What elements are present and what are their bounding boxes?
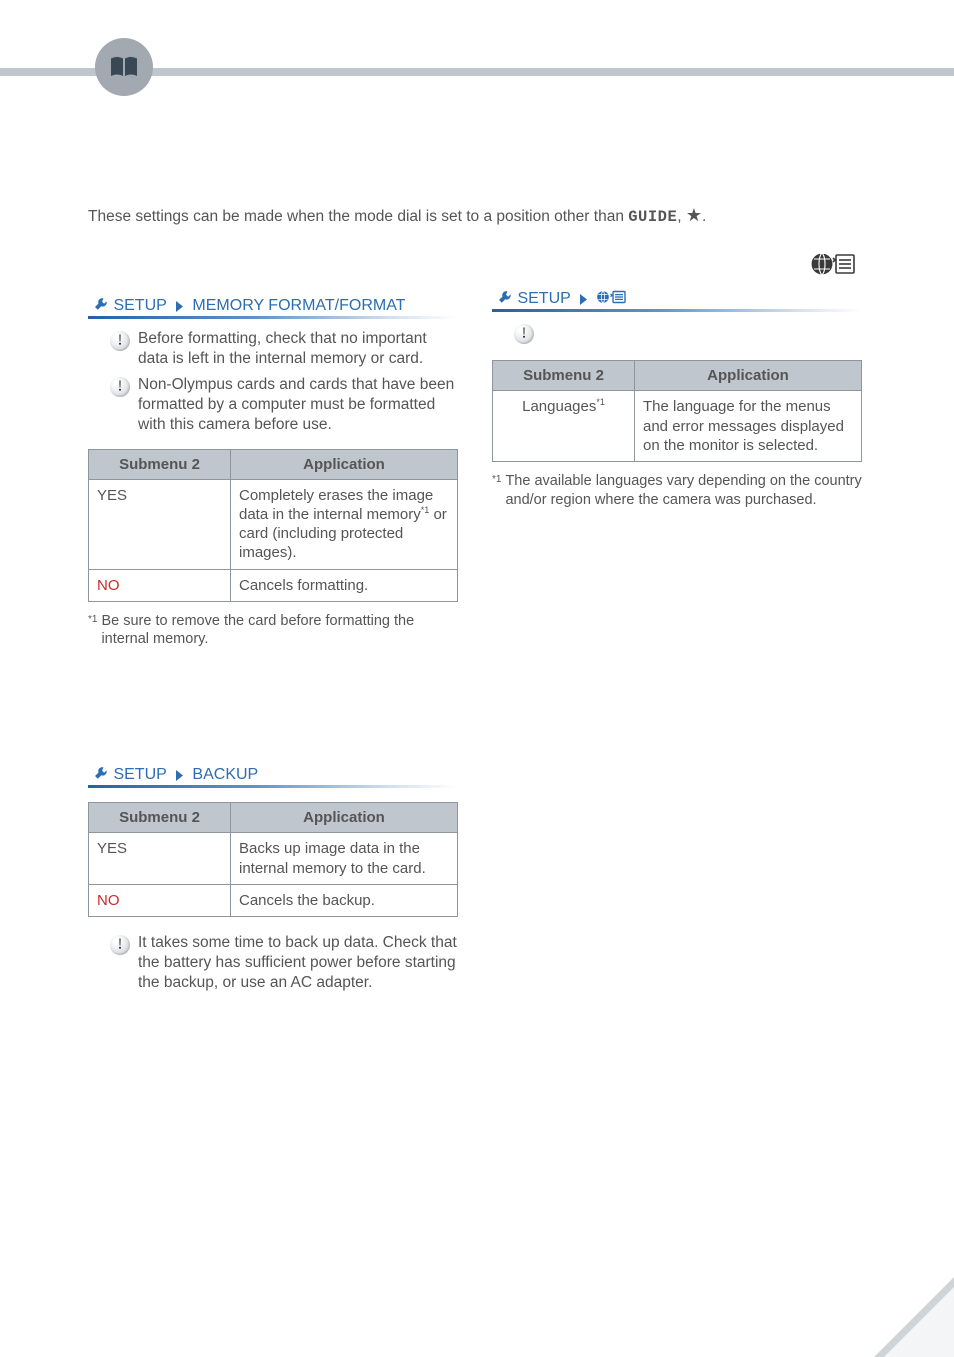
th-application: Application [635, 361, 862, 391]
caution-icon [110, 331, 130, 351]
th-application: Application [231, 449, 458, 479]
table-header-row: Submenu 2 Application [89, 803, 458, 833]
info-note-language-blank [514, 322, 862, 350]
info-text [542, 322, 862, 350]
cell-yes: YES [89, 833, 231, 884]
crumb-setup: SETUP [517, 290, 570, 307]
page-corner-fold-inner [884, 1287, 954, 1357]
th-submenu: Submenu 2 [89, 449, 231, 479]
cell-application: Cancels formatting. [231, 569, 458, 601]
chevron-right-icon [579, 290, 588, 307]
table-row: Languages*1 The language for the menus a… [493, 391, 862, 462]
info-text: It takes some time to back up data. Chec… [138, 933, 458, 992]
table-header-row: Submenu 2 Application [493, 361, 862, 391]
table-memory-format: Submenu 2 Application YES Completely era… [88, 449, 458, 602]
footnote: *1 Be sure to remove the card before for… [88, 612, 458, 649]
info-note-1: Before formatting, check that no importa… [110, 329, 458, 369]
heading-underline [88, 316, 458, 319]
cell-application: Backs up image data in the internal memo… [231, 833, 458, 884]
chevron-right-icon [175, 766, 184, 783]
caution-icon [110, 935, 130, 955]
heading-memory-format: SETUP MEMORY FORMAT/FORMAT [88, 292, 458, 319]
sup-ref: *1 [596, 397, 605, 407]
star-icon: ★ [686, 205, 702, 225]
crumb-backup: BACKUP [192, 766, 258, 783]
info-note-backup: It takes some time to back up data. Chec… [110, 933, 458, 992]
cell-languages: Languages*1 [493, 391, 635, 462]
cell-application: Cancels the backup. [231, 884, 458, 916]
cell-application: The language for the menus and error mes… [635, 391, 862, 462]
intro-sentence: These settings can be made when the mode… [88, 204, 706, 228]
heading-underline [492, 309, 862, 312]
th-application: Application [231, 803, 458, 833]
th-submenu: Submenu 2 [493, 361, 635, 391]
table-row: YES Completely erases the image data in … [89, 479, 458, 569]
table-row: NO Cancels the backup. [89, 884, 458, 916]
foot-sup: *1 [88, 614, 97, 649]
table-language: Submenu 2 Application Languages*1 The la… [492, 360, 862, 462]
foot-sup: *1 [492, 474, 501, 509]
wrench-icon [94, 766, 109, 783]
crumb-setup: SETUP [113, 766, 166, 783]
cell-no: NO [89, 884, 231, 916]
th-submenu: Submenu 2 [89, 803, 231, 833]
table-header-row: Submenu 2 Application [89, 449, 458, 479]
cell-text-a: Completely erases the image data in the … [239, 487, 433, 523]
crumb-memory-format: MEMORY FORMAT/FORMAT [192, 297, 405, 314]
table-row: NO Cancels formatting. [89, 569, 458, 601]
manual-book-badge [95, 38, 153, 96]
caution-icon [514, 324, 534, 344]
chevron-right-icon [175, 297, 184, 314]
heading-language: SETUP [492, 285, 862, 312]
cell-application: Completely erases the image data in the … [231, 479, 458, 569]
info-note-2: Non-Olympus cards and cards that have be… [110, 375, 458, 434]
guide-word: GUIDE [628, 208, 677, 226]
cell-languages-text: Languages [522, 398, 596, 415]
heading-underline [88, 785, 458, 788]
crumb-setup: SETUP [113, 297, 166, 314]
intro-sep: , [677, 208, 686, 225]
info-text: Non-Olympus cards and cards that have be… [138, 375, 458, 434]
info-text: Before formatting, check that no importa… [138, 329, 458, 369]
heading-backup: SETUP BACKUP [88, 761, 458, 788]
wrench-icon [498, 290, 513, 307]
intro-text: These settings can be made when the mode… [88, 208, 628, 225]
cell-yes: YES [89, 479, 231, 569]
sup-ref: *1 [421, 505, 430, 515]
globe-menu-small-icon [596, 290, 630, 307]
table-backup: Submenu 2 Application YES Backs up image… [88, 802, 458, 917]
footnote-language: *1 The available languages vary dependin… [492, 472, 862, 509]
caution-icon [110, 377, 130, 397]
table-row: YES Backs up image data in the internal … [89, 833, 458, 884]
wrench-icon [94, 297, 109, 314]
book-icon [95, 38, 153, 96]
intro-period: . [702, 208, 706, 225]
foot-text: The available languages vary depending o… [505, 472, 862, 509]
cell-no: NO [89, 569, 231, 601]
foot-text: Be sure to remove the card before format… [101, 612, 458, 649]
